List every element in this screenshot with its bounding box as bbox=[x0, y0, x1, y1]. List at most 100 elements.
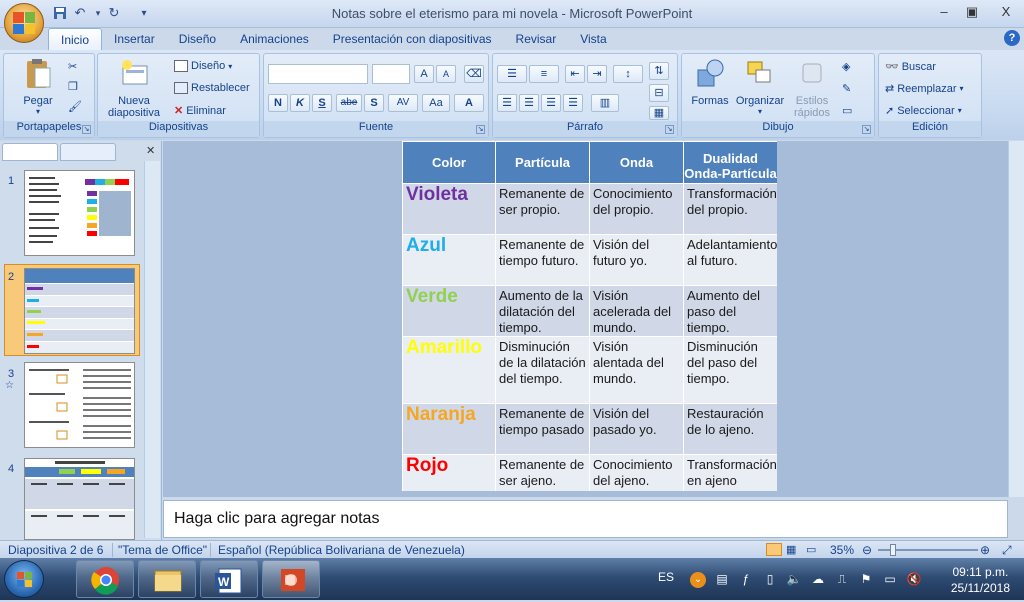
customize-qat-icon[interactable]: ▾ bbox=[136, 5, 152, 21]
shapes-button[interactable]: Formas bbox=[686, 58, 734, 107]
tab-animaciones[interactable]: Animaciones bbox=[228, 28, 321, 50]
clear-format-icon[interactable]: ⌫ bbox=[464, 65, 484, 83]
dialog-launcher-icon[interactable]: ↘ bbox=[862, 125, 871, 134]
quick-styles-button[interactable]: Estilos rápidos bbox=[788, 58, 836, 119]
theme-name[interactable]: "Tema de Office" bbox=[118, 543, 207, 557]
close-pane-icon[interactable]: ✕ bbox=[146, 144, 155, 157]
shape-effects-icon[interactable]: ▭ bbox=[842, 104, 852, 117]
colors-table[interactable]: Color Partícula Onda Dualidad Onda-Partí… bbox=[402, 141, 777, 491]
taskbar-chrome[interactable] bbox=[76, 560, 134, 598]
justify-icon[interactable]: ☰ bbox=[563, 94, 583, 112]
copy-icon[interactable]: ❐ bbox=[68, 80, 78, 93]
office-button[interactable] bbox=[4, 3, 44, 43]
tab-presentacion[interactable]: Presentación con diapositivas bbox=[321, 28, 504, 50]
app-tray-icon[interactable]: ƒ bbox=[738, 572, 754, 588]
shadow-button[interactable]: S bbox=[364, 94, 384, 112]
arrange-button[interactable]: Organizar ▾ bbox=[732, 58, 788, 116]
smartart-icon[interactable]: ▦ bbox=[649, 106, 669, 120]
language-indicator[interactable]: Español (República Bolivariana de Venezu… bbox=[218, 543, 465, 557]
redo-icon[interactable]: ↻ bbox=[106, 5, 122, 21]
zoom-level[interactable]: 35% bbox=[830, 543, 854, 557]
speaker-icon[interactable]: 🔈 bbox=[786, 572, 802, 588]
taskbar-word[interactable]: W bbox=[200, 560, 258, 598]
slide-thumbnail-3[interactable] bbox=[24, 362, 135, 448]
slides-scrollbar[interactable] bbox=[144, 161, 160, 538]
close-button[interactable]: X bbox=[992, 2, 1020, 22]
underline-button[interactable]: S bbox=[312, 94, 332, 112]
device-icon[interactable]: ⎍ bbox=[834, 572, 850, 588]
slide-thumbnail-1[interactable] bbox=[24, 170, 135, 256]
text-direction-icon[interactable]: ⇅ bbox=[649, 62, 669, 80]
restore-button[interactable]: ▣ bbox=[958, 2, 986, 22]
line-spacing-icon[interactable]: ↕ bbox=[613, 65, 643, 83]
reset-button[interactable]: Restablecer bbox=[174, 82, 250, 94]
dialog-launcher-icon[interactable]: ↘ bbox=[476, 125, 485, 134]
tab-insertar[interactable]: Insertar bbox=[102, 28, 167, 50]
select-button[interactable]: ➚ Seleccionar ▾ bbox=[885, 104, 962, 118]
zoom-in-icon[interactable]: ⊕ bbox=[980, 543, 990, 557]
change-case-button[interactable]: Aa bbox=[422, 94, 450, 112]
dialog-launcher-icon[interactable]: ↘ bbox=[82, 125, 91, 134]
tab-revisar[interactable]: Revisar bbox=[504, 28, 569, 50]
minimize-button[interactable]: ‒ bbox=[930, 2, 958, 22]
new-slide-button[interactable]: Nueva diapositiva bbox=[100, 58, 168, 119]
bullets-icon[interactable]: ☰ bbox=[497, 65, 527, 83]
zoom-out-icon[interactable]: ⊖ bbox=[862, 543, 872, 557]
columns-icon[interactable]: ▥ bbox=[591, 94, 619, 112]
help-icon[interactable]: ? bbox=[1004, 30, 1020, 46]
find-button[interactable]: 👓 Buscar bbox=[885, 60, 936, 74]
sorter-view-icon[interactable]: ▦ bbox=[786, 543, 796, 556]
language-tray[interactable]: ES bbox=[658, 570, 674, 586]
slide-scrollbar[interactable] bbox=[1008, 141, 1024, 497]
cut-icon[interactable]: ✂ bbox=[68, 60, 77, 73]
battery-icon[interactable]: ▯ bbox=[762, 572, 778, 588]
tab-vista[interactable]: Vista bbox=[568, 28, 618, 50]
format-painter-icon[interactable]: 🖌 bbox=[68, 100, 82, 113]
slide-thumbnail-2[interactable] bbox=[24, 268, 135, 354]
align-right-icon[interactable]: ☰ bbox=[541, 94, 561, 112]
strikethrough-button[interactable]: abe bbox=[336, 94, 362, 112]
numbering-icon[interactable]: ≡ bbox=[529, 65, 559, 83]
shape-fill-icon[interactable]: ◈ bbox=[842, 60, 850, 73]
tab-diseno[interactable]: Diseño bbox=[167, 28, 228, 50]
zoom-slider-thumb[interactable] bbox=[890, 544, 896, 556]
fit-window-icon[interactable]: ⤢ bbox=[1002, 543, 1012, 558]
undo-icon[interactable]: ↶ bbox=[72, 5, 88, 21]
align-text-icon[interactable]: ⊟ bbox=[649, 84, 669, 102]
layout-button[interactable]: Diseño ▾ bbox=[174, 60, 232, 72]
bold-button[interactable]: N bbox=[268, 94, 288, 112]
tab-outline[interactable] bbox=[60, 143, 116, 161]
shrink-font-button[interactable]: A bbox=[436, 65, 456, 83]
chevron-down-icon[interactable]: ⌄ bbox=[690, 572, 706, 588]
paste-button[interactable]: Pegar ▾ bbox=[10, 58, 66, 116]
undo-dropdown-icon[interactable]: ▾ bbox=[90, 5, 106, 21]
network-icon[interactable]: ▤ bbox=[714, 572, 730, 588]
decrease-indent-icon[interactable]: ⇤ bbox=[565, 65, 585, 83]
taskbar-explorer[interactable] bbox=[138, 560, 196, 598]
upload-icon[interactable]: ☁ bbox=[810, 572, 826, 588]
dialog-launcher-icon[interactable]: ↘ bbox=[665, 125, 674, 134]
align-left-icon[interactable]: ☰ bbox=[497, 94, 517, 112]
start-button[interactable] bbox=[4, 560, 44, 598]
grow-font-button[interactable]: A bbox=[414, 65, 434, 83]
replace-button[interactable]: ⇄ Reemplazar ▾ bbox=[885, 82, 964, 96]
increase-indent-icon[interactable]: ⇥ bbox=[587, 65, 607, 83]
notes-pane[interactable]: Haga clic para agregar notas bbox=[163, 500, 1008, 538]
char-spacing-button[interactable]: AV bbox=[388, 94, 418, 112]
italic-button[interactable]: K bbox=[290, 94, 310, 112]
tab-slides[interactable] bbox=[2, 143, 58, 161]
slideshow-view-icon[interactable]: ▭ bbox=[806, 543, 816, 556]
font-name-combo[interactable] bbox=[268, 64, 368, 84]
normal-view-icon[interactable] bbox=[766, 543, 782, 556]
font-color-button[interactable]: A bbox=[454, 94, 484, 112]
align-center-icon[interactable]: ☰ bbox=[519, 94, 539, 112]
taskbar-powerpoint[interactable] bbox=[262, 560, 320, 598]
tab-inicio[interactable]: Inicio bbox=[48, 28, 103, 50]
delete-slide-button[interactable]: ✕ Eliminar bbox=[174, 104, 226, 118]
shape-outline-icon[interactable]: ✎ bbox=[842, 82, 851, 95]
slide-thumbnail-4[interactable] bbox=[24, 458, 135, 540]
volume-muted-icon[interactable]: 🔇 bbox=[906, 572, 922, 588]
clock[interactable]: 09:11 p.m. 25/11/2018 bbox=[951, 564, 1010, 596]
flag-icon[interactable]: ⚑ bbox=[858, 572, 874, 588]
save-icon[interactable] bbox=[52, 5, 68, 21]
